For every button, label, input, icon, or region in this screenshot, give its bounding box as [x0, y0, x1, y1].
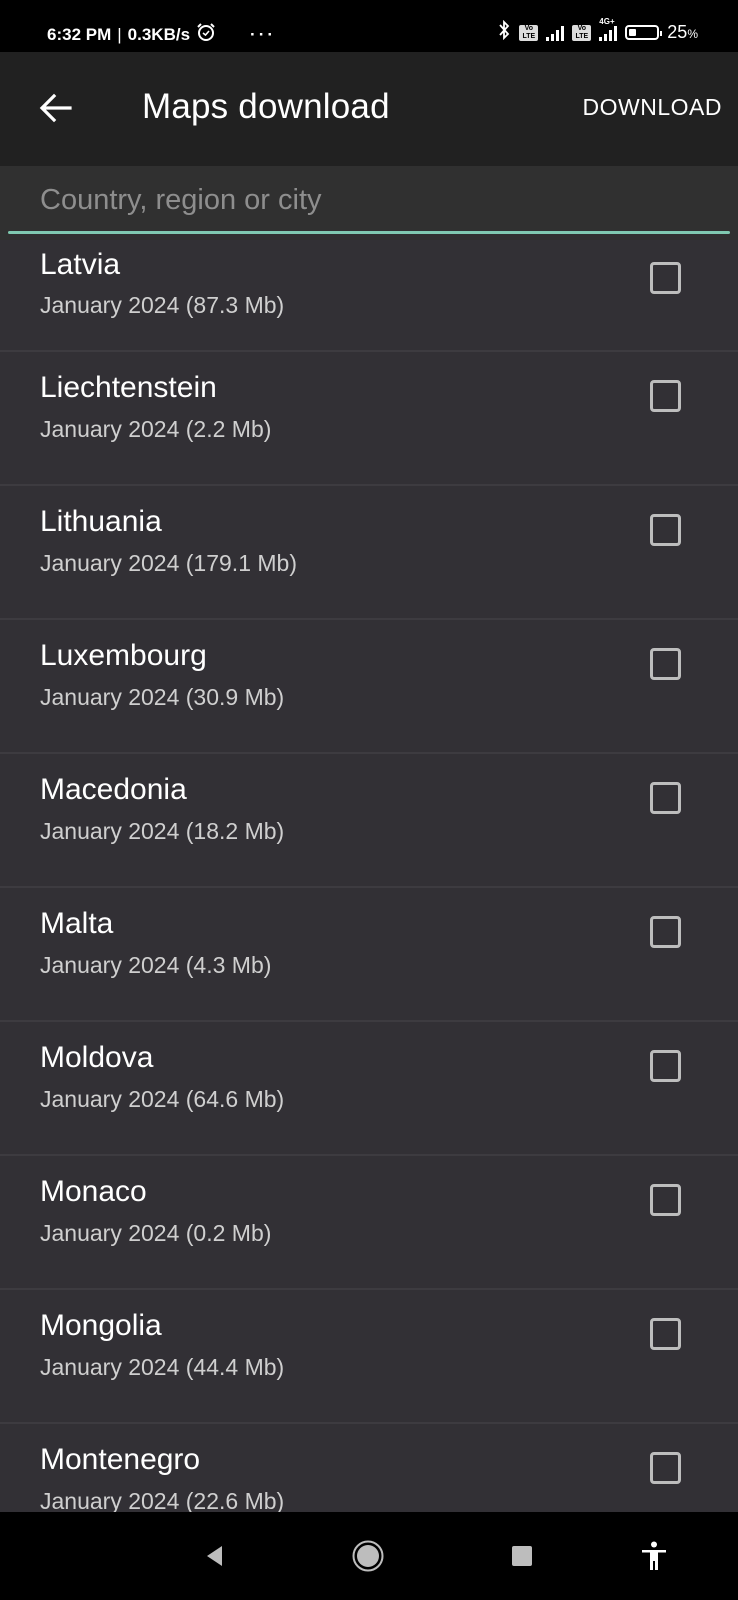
region-info: January 2024 (30.9 Mb) [40, 684, 285, 710]
region-name: Latvia [40, 248, 121, 281]
region-info: January 2024 (2.2 Mb) [40, 416, 272, 442]
region-name: Macedonia [40, 773, 187, 806]
page-title: Maps download [142, 87, 390, 126]
status-right: Vo LTE Vo LTE 4G+ 25% [497, 17, 698, 45]
region-list-item[interactable]: Mongolia January 2024 (44.4 Mb) [0, 1290, 738, 1424]
region-checkbox[interactable] [650, 782, 681, 814]
region-checkbox[interactable] [650, 1452, 681, 1484]
nav-home-circle-icon [352, 1540, 384, 1572]
regions-list[interactable]: Latvia January 2024 (87.3 Mb) Liechtenstei… [0, 240, 738, 1512]
region-info: January 2024 (4.3 Mb) [40, 952, 272, 978]
arrow-left-icon [39, 93, 72, 123]
region-checkbox[interactable] [650, 262, 681, 294]
download-button[interactable]: DOWNLOAD [583, 94, 722, 121]
volte-badge-1: Vo LTE [519, 24, 539, 41]
region-checkbox[interactable] [650, 1050, 681, 1082]
region-info: January 2024 (18.2 Mb) [40, 818, 285, 844]
network-speed: 0.3KB/s [127, 24, 191, 44]
region-list-item[interactable]: Montenegro January 2024 (22.6 Mb) [0, 1424, 738, 1512]
search-bar [0, 166, 738, 240]
signal-strength-icon-1 [546, 25, 565, 41]
region-list-item[interactable]: Latvia January 2024 (87.3 Mb) [0, 240, 738, 352]
battery-fill [629, 29, 637, 36]
region-list-item[interactable]: Macedonia January 2024 (18.2 Mb) [0, 754, 738, 888]
region-checkbox[interactable] [650, 514, 681, 546]
nav-home-button[interactable] [348, 1536, 388, 1576]
alarm-clock-icon [196, 22, 216, 47]
signal-strength-icon-2: 4G+ [599, 17, 618, 41]
status-left: 6:32 PM | 0.3KB/s ··· [47, 22, 276, 47]
status-time: 6:32 PM [47, 24, 112, 44]
region-name: Lithuania [40, 505, 162, 538]
accessibility-button[interactable] [634, 1536, 674, 1576]
region-info: January 2024 (44.4 Mb) [40, 1354, 285, 1380]
region-list-item[interactable]: Lithuania January 2024 (179.1 Mb) [0, 486, 738, 620]
region-info: January 2024 (87.3 Mb) [40, 292, 285, 318]
network-type-label: 4G+ [599, 16, 615, 26]
region-name: Luxembourg [40, 639, 207, 672]
region-list-item[interactable]: Luxembourg January 2024 (30.9 Mb) [0, 620, 738, 754]
region-list-item[interactable]: Monaco January 2024 (0.2 Mb) [0, 1156, 738, 1290]
region-info: January 2024 (0.2 Mb) [40, 1220, 272, 1246]
battery-percent: 25% [667, 22, 698, 42]
nav-recents-square-icon [512, 1546, 532, 1566]
region-info: January 2024 (64.6 Mb) [40, 1086, 285, 1112]
status-bar: 6:32 PM | 0.3KB/s ··· Vo LTE Vo LTE 4G+ … [0, 0, 738, 52]
more-notifications-icon: ··· [250, 24, 277, 44]
region-checkbox[interactable] [650, 1184, 681, 1216]
region-checkbox[interactable] [650, 648, 681, 680]
region-name: Moldova [40, 1041, 154, 1074]
search-underline [8, 231, 730, 234]
nav-back-button[interactable] [194, 1536, 234, 1576]
region-checkbox[interactable] [650, 916, 681, 948]
accessibility-person-icon [642, 1541, 666, 1570]
region-name: Mongolia [40, 1309, 162, 1342]
bluetooth-icon [497, 19, 511, 45]
region-name: Montenegro [40, 1443, 201, 1476]
region-name: Malta [40, 907, 114, 940]
nav-back-triangle-icon [207, 1546, 222, 1566]
region-list-item[interactable]: Malta January 2024 (4.3 Mb) [0, 888, 738, 1022]
search-input[interactable] [8, 178, 730, 222]
app-bar: Maps download DOWNLOAD [0, 52, 738, 166]
region-info: January 2024 (179.1 Mb) [40, 550, 297, 576]
region-checkbox[interactable] [650, 1318, 681, 1350]
nav-recents-button[interactable] [502, 1536, 542, 1576]
system-nav-bar [0, 1512, 738, 1600]
battery-icon [625, 25, 663, 40]
back-button[interactable] [34, 86, 78, 130]
region-list-item[interactable]: Moldova January 2024 (64.6 Mb) [0, 1022, 738, 1156]
volte-badge-2: Vo LTE [572, 24, 592, 41]
region-list-item[interactable]: Liechtenstein January 2024 (2.2 Mb) [0, 352, 738, 486]
region-info: January 2024 (22.6 Mb) [40, 1488, 285, 1512]
region-name: Monaco [40, 1175, 147, 1208]
region-checkbox[interactable] [650, 380, 681, 412]
status-separator: | [117, 24, 122, 44]
region-name: Liechtenstein [40, 371, 217, 404]
